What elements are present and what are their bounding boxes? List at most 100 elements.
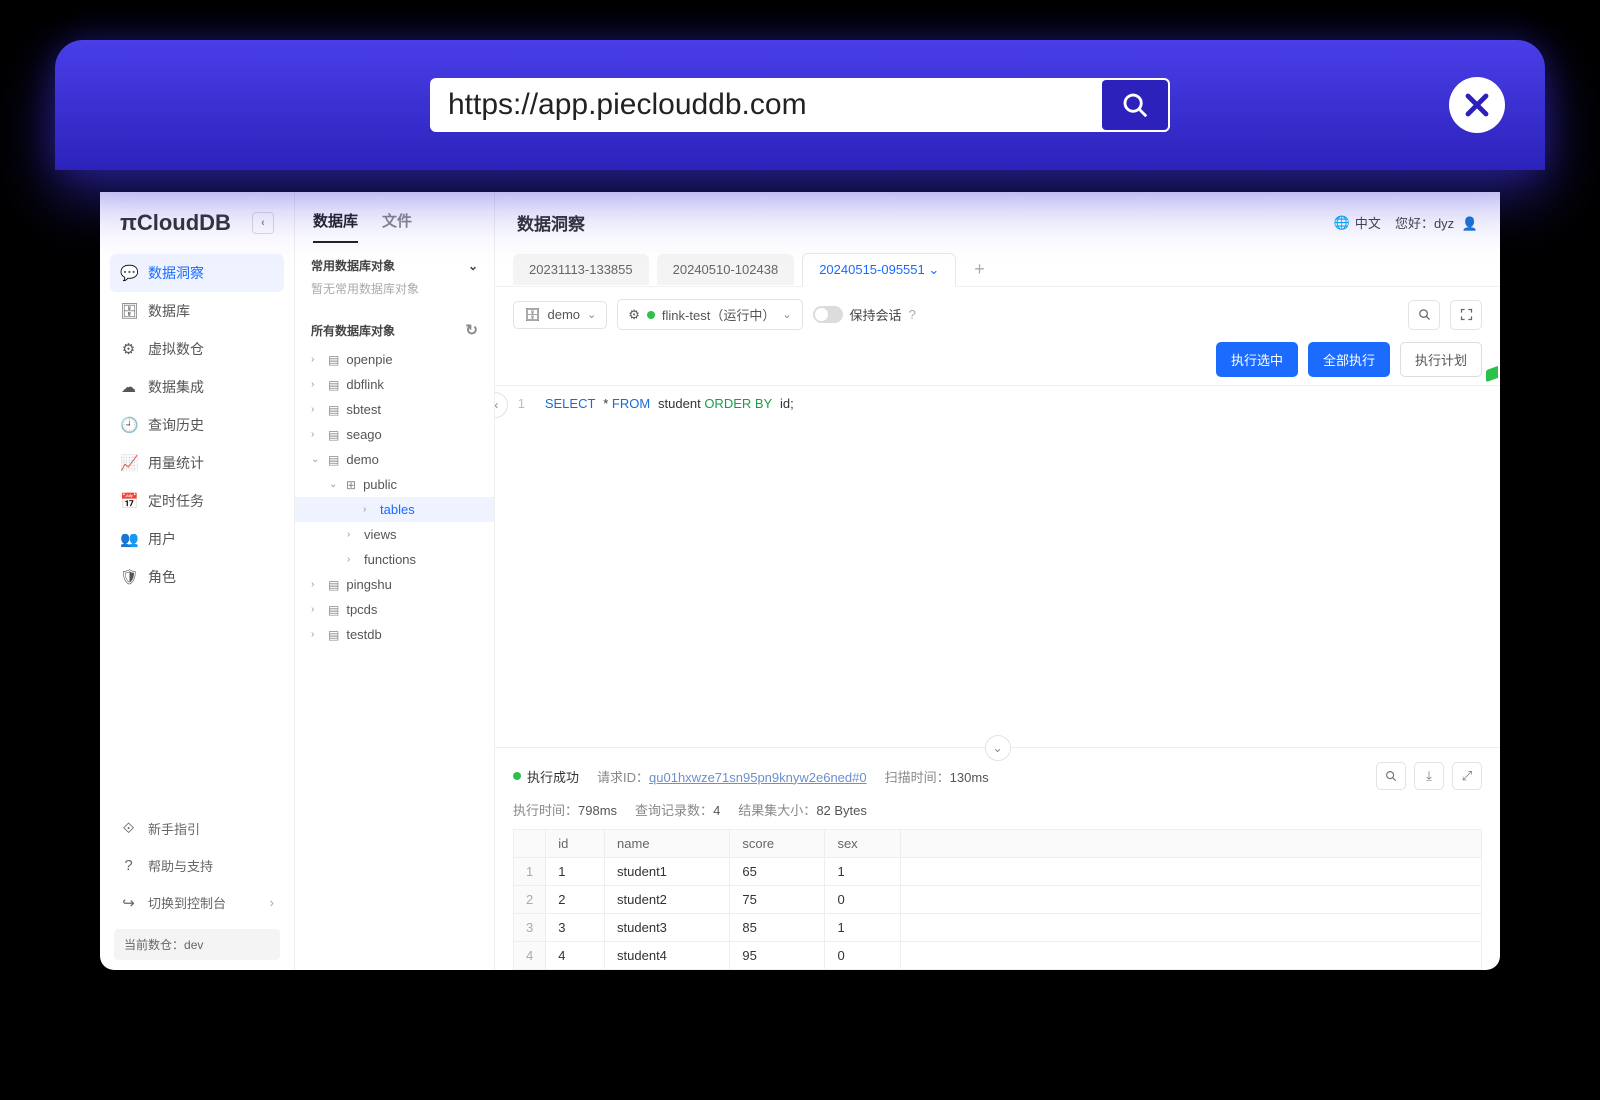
expand-button[interactable]: ⤢ (1452, 762, 1482, 790)
chevron-down-icon: ⌄ (587, 308, 596, 321)
status-dot-icon (647, 311, 655, 319)
db-selector[interactable]: 🗄 demo ⌄ (513, 301, 607, 329)
db-common-empty: 暂无常用数据库对象 (295, 280, 494, 307)
vw-selector[interactable]: ⚙ flink-test（运行中） ⌄ (617, 299, 802, 330)
editor-tab[interactable]: 20240515-095551 ⌄ (802, 253, 956, 287)
nav-item-用量统计[interactable]: 📈用量统计 (100, 444, 294, 482)
nav-item-数据洞察[interactable]: 💬数据洞察 (110, 254, 284, 292)
current-dw: 当前数仓：dev (114, 929, 280, 960)
db-panel-tabs: 数据库 文件 (295, 192, 494, 243)
address-search-button[interactable] (1100, 78, 1170, 132)
run-all-button[interactable]: 全部执行 (1308, 342, 1390, 377)
fullscreen-icon (1459, 307, 1474, 322)
gear-icon: ⚙ (628, 307, 640, 323)
tree-db-dbflink[interactable]: ›▤dbflink (311, 372, 494, 397)
database-icon: ▤ (328, 428, 339, 442)
nav-item-数据库[interactable]: 🗄数据库 (100, 292, 294, 330)
tree-tables[interactable]: ›tables (295, 497, 494, 522)
add-tab-button[interactable]: + (964, 253, 995, 286)
refresh-icon[interactable]: ↻ (465, 321, 478, 339)
tree-db-seago[interactable]: ›▤seago (311, 422, 494, 447)
keep-session-toggle[interactable]: 保持会话 ? (813, 305, 916, 324)
database-icon: ▤ (328, 628, 339, 642)
run-selected-button[interactable]: 执行选中 (1216, 342, 1298, 377)
help-icon[interactable]: ? (909, 307, 916, 322)
chevron-down-icon: ⌄ (928, 262, 939, 277)
request-id-link[interactable]: qu01hxwze71sn95pn9knyw2e6ned#0 (649, 770, 867, 785)
nav-icon: ☁ (120, 378, 137, 396)
table-row[interactable]: 44student4950 (514, 942, 1482, 970)
nav-footer-新手指引[interactable]: ⟐新手指引 (100, 810, 294, 847)
tree-db-sbtest[interactable]: ›▤sbtest (311, 397, 494, 422)
close-icon (1459, 87, 1495, 123)
explain-plan-button[interactable]: 执行计划 (1400, 342, 1482, 377)
table-row[interactable]: 33student3851 (514, 914, 1482, 942)
toolbar: 🗄 demo ⌄ ⚙ flink-test（运行中） ⌄ 保持会话 ? (495, 287, 1500, 342)
nav-icon: ↪ (120, 894, 137, 912)
collapse-nav-button[interactable]: ‹ (252, 212, 274, 234)
search-button[interactable] (1408, 300, 1440, 330)
address-bar (430, 78, 1170, 132)
database-icon: ▤ (328, 353, 339, 367)
nav-icon: 📈 (120, 454, 137, 472)
db-tab-database[interactable]: 数据库 (313, 210, 358, 243)
tree-functions[interactable]: ›functions (311, 547, 494, 572)
tree-db-demo[interactable]: ⌄▤demo (311, 447, 494, 472)
db-tab-file[interactable]: 文件 (382, 210, 412, 243)
results-meta: 执行成功 请求ID：qu01hxwze71sn95pn9knyw2e6ned#0… (513, 758, 1482, 800)
tree-db-testdb[interactable]: ›▤testdb (311, 622, 494, 647)
nav-item-查询历史[interactable]: 🕘查询历史 (100, 406, 294, 444)
nav-icon: 💬 (120, 264, 137, 282)
database-icon: 🗄 (524, 307, 541, 323)
tree-schema-public[interactable]: ⌄⊞public (311, 472, 494, 497)
nav-item-用户[interactable]: 👥用户 (100, 520, 294, 558)
table-row[interactable]: 11student1651 (514, 858, 1482, 886)
table-row[interactable]: 22student2750 (514, 886, 1482, 914)
results-table: idnamescoresex11student165122student2750… (513, 829, 1482, 970)
fullscreen-button[interactable] (1450, 300, 1482, 330)
nav-item-数据集成[interactable]: ☁数据集成 (100, 368, 294, 406)
browser-chrome (55, 40, 1545, 170)
nav-footer-帮助与支持[interactable]: ?帮助与支持 (100, 847, 294, 884)
editor-tab[interactable]: 20231113-133855 (513, 254, 649, 285)
close-button[interactable] (1449, 77, 1505, 133)
results-meta-2: 执行时间：798ms 查询记录数：4 结果集大小：82 Bytes (513, 800, 1482, 829)
result-search-button[interactable] (1376, 762, 1406, 790)
nav-item-虚拟数仓[interactable]: ⚙虚拟数仓 (100, 330, 294, 368)
nav-item-定时任务[interactable]: 📅定时任务 (100, 482, 294, 520)
nav-icon: 🕘 (120, 416, 137, 434)
nav-item-角色[interactable]: 🛡角色 (100, 558, 294, 596)
db-section-common[interactable]: 常用数据库对象 ⌄ (295, 243, 494, 280)
nav-icon: 🛡 (120, 568, 137, 586)
logo: πCloudDB ‹ (100, 210, 294, 254)
editor-zone: « 1 SELECT * FROM student ORDER BY id; (495, 385, 1500, 747)
switch-icon (813, 306, 843, 323)
app-window: πCloudDB ‹ 💬数据洞察🗄数据库⚙虚拟数仓☁数据集成🕘查询历史📈用量统计… (100, 192, 1500, 970)
database-icon: ▤ (328, 603, 339, 617)
url-input[interactable] (430, 88, 1100, 122)
user-greeting: 您好：dyz 👤 (1395, 213, 1478, 232)
nav-footer-切换到控制台[interactable]: ↪切换到控制台› (100, 884, 294, 921)
download-button[interactable]: ⤓ (1414, 762, 1444, 790)
tree-db-pingshu[interactable]: ›▤pingshu (311, 572, 494, 597)
nav-icon: 🗄 (120, 302, 137, 320)
search-icon (1120, 90, 1150, 120)
collapse-results-handle[interactable]: ⌄ (985, 735, 1011, 761)
language-switch[interactable]: 🌐 中文 (1334, 213, 1381, 232)
search-icon (1417, 307, 1432, 322)
user-icon[interactable]: 👤 (1462, 216, 1478, 231)
tree-db-tpcds[interactable]: ›▤tpcds (311, 597, 494, 622)
actions-row: 执行选中 全部执行 执行计划 (495, 342, 1500, 385)
database-icon: ▤ (328, 578, 339, 592)
status-dot-icon (513, 772, 521, 780)
tree-views[interactable]: ›views (311, 522, 494, 547)
chevron-down-icon: ⌄ (782, 308, 791, 321)
globe-icon: 🌐 (1334, 215, 1350, 231)
db-tree: ›▤openpie›▤dbflink›▤sbtest›▤seago⌄▤demo⌄… (295, 345, 494, 647)
nav-icon: ⚙ (120, 340, 137, 358)
editor-tab[interactable]: 20240510-102438 (657, 254, 795, 285)
nav-icon: ⟐ (120, 820, 137, 837)
page-title: 数据洞察 (517, 210, 585, 235)
tree-db-openpie[interactable]: ›▤openpie (311, 347, 494, 372)
sql-editor[interactable]: 1 SELECT * FROM student ORDER BY id; (495, 386, 1500, 747)
